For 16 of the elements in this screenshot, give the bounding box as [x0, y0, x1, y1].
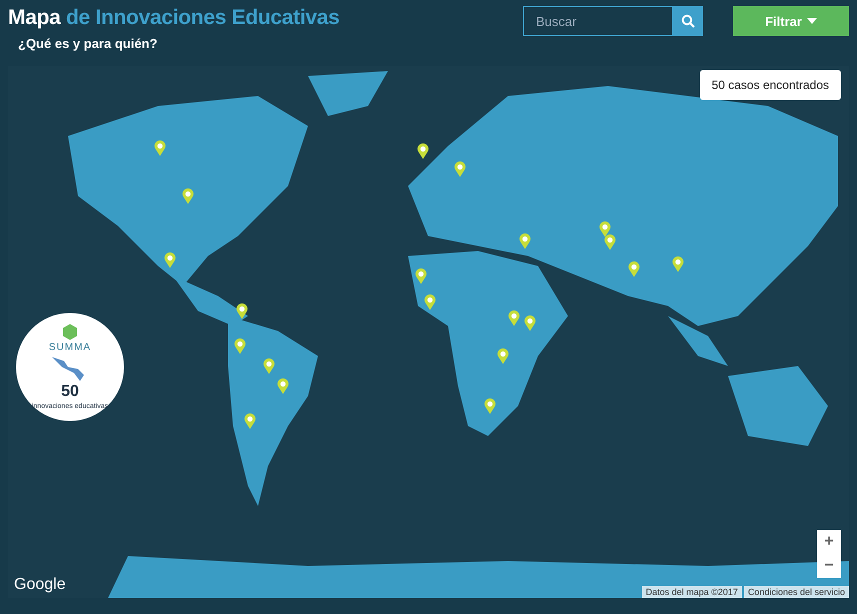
results-count: 50 casos encontrados [700, 70, 841, 100]
caret-icon [806, 18, 817, 24]
attribution-link[interactable]: Datos del mapa ©2017 [642, 586, 742, 598]
search-button[interactable] [673, 6, 703, 36]
search-field[interactable]: Buscar [523, 6, 673, 36]
cube-icon [62, 324, 78, 340]
page-title: Mapa de Innovaciones Educativas [8, 6, 340, 30]
badge-number: 50 [61, 383, 79, 401]
search-icon [681, 14, 695, 28]
brand-name: SUMMA [48, 342, 92, 353]
map-pin-icon[interactable] [236, 303, 248, 319]
island [668, 316, 728, 366]
subtitle-link[interactable]: ¿Qué es y para quién? [18, 36, 340, 51]
map-pin-icon[interactable] [417, 143, 429, 159]
attribution-link[interactable]: Condiciones del servicio [744, 586, 849, 598]
provider-logo: Google [14, 576, 66, 594]
